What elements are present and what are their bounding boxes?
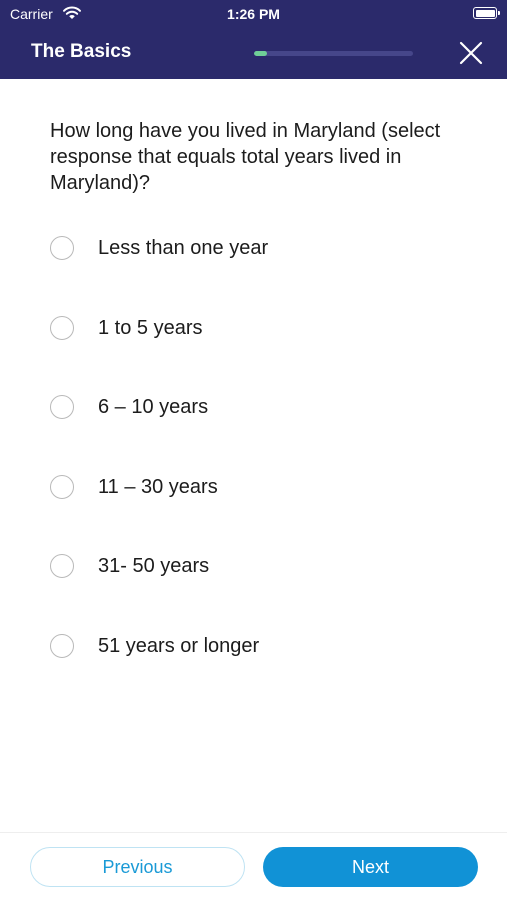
status-bar: Carrier 1:26 PM	[0, 0, 507, 28]
option-31-to-50-years[interactable]: 31- 50 years	[48, 546, 468, 586]
progress-bar	[254, 51, 413, 56]
radio-button[interactable]	[50, 316, 74, 340]
radio-button[interactable]	[50, 236, 74, 260]
option-1-to-5-years[interactable]: 1 to 5 years	[48, 308, 468, 348]
radio-button[interactable]	[50, 395, 74, 419]
radio-button[interactable]	[50, 554, 74, 578]
footer-divider	[0, 832, 507, 833]
previous-button[interactable]: Previous	[30, 847, 245, 887]
option-label: 6 – 10 years	[98, 396, 209, 418]
next-button[interactable]: Next	[263, 847, 478, 887]
option-less-than-one-year[interactable]: Less than one year	[48, 228, 468, 268]
top-bar: Carrier 1:26 PM The Basics	[0, 0, 507, 79]
close-icon[interactable]	[458, 40, 484, 66]
option-51-years-or-longer[interactable]: 51 years or longer	[48, 626, 468, 666]
radio-button[interactable]	[50, 475, 74, 499]
option-11-to-30-years[interactable]: 11 – 30 years	[48, 467, 468, 507]
option-label: 51 years or longer	[98, 635, 260, 657]
option-label: 31- 50 years	[98, 555, 210, 577]
option-label: 1 to 5 years	[98, 317, 203, 339]
option-6-to-10-years[interactable]: 6 – 10 years	[48, 387, 468, 427]
option-label: Less than one year	[98, 237, 269, 259]
page-title: The Basics	[31, 41, 132, 62]
option-label: 11 – 30 years	[98, 476, 218, 498]
progress-bar-fill	[254, 51, 267, 56]
question-text: How long have you lived in Maryland (sel…	[50, 120, 441, 194]
radio-button[interactable]	[50, 634, 74, 658]
status-time: 1:26 PM	[227, 6, 280, 22]
battery-icon	[473, 7, 500, 19]
